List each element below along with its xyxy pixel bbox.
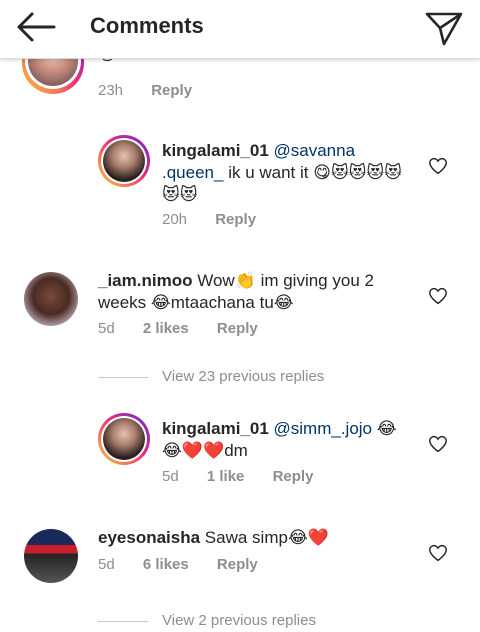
comment-meta: 20h Reply: [162, 211, 280, 228]
comment-time: 20h: [162, 211, 188, 228]
like-count[interactable]: 2 likes: [143, 320, 189, 337]
reply-button[interactable]: Reply: [151, 82, 192, 99]
comment-time: 23h: [98, 82, 124, 99]
paper-plane-icon: [425, 12, 463, 46]
comment-meta: 23h Reply: [98, 82, 216, 99]
reply-button[interactable]: Reply: [215, 211, 256, 228]
comment-meta: 5d 2 likes Reply: [98, 320, 282, 337]
view-replies-label: View 23 previous replies: [162, 368, 325, 385]
divider-line: [98, 620, 148, 622]
comment-text: _iam.nimoo Wow👏 im giving you 2 weeks 😂m…: [98, 270, 398, 314]
comment-text: kingalami_01 @simm_.jojo 😂😂❤️❤️dm: [162, 418, 412, 462]
heart-icon[interactable]: [428, 157, 448, 175]
share-button[interactable]: [422, 6, 466, 50]
comment-text: eyesonaisha Sawa simp😂❤️: [98, 527, 398, 549]
view-previous-replies-button[interactable]: View 23 previous replies: [98, 368, 324, 385]
back-button[interactable]: [14, 8, 58, 48]
like-count[interactable]: 1 like: [207, 468, 245, 485]
page-title: Comments: [90, 13, 204, 38]
comment-time: 5d: [98, 556, 115, 573]
avatar[interactable]: [24, 272, 78, 326]
comment-username[interactable]: kingalami_01: [162, 141, 269, 160]
avatar[interactable]: [98, 135, 150, 187]
back-arrow-icon: [17, 12, 56, 42]
heart-icon[interactable]: [428, 544, 448, 562]
heart-icon[interactable]: [428, 435, 448, 453]
comment-time: 5d: [98, 320, 115, 337]
comment-text: kingalami_01 @savanna .queen_ ik u want …: [162, 140, 412, 206]
comment-meta: 5d 1 like Reply: [162, 468, 337, 485]
reply-button[interactable]: Reply: [217, 320, 258, 337]
top-bar: Comments: [0, 0, 480, 59]
mention-link[interactable]: @simm_.jojo: [274, 419, 373, 438]
avatar[interactable]: [98, 413, 150, 465]
comment-time: 5d: [162, 468, 179, 485]
reply-button[interactable]: Reply: [273, 468, 314, 485]
view-previous-replies-button[interactable]: View 2 previous replies: [98, 612, 316, 629]
comment-username[interactable]: eyesonaisha: [98, 528, 200, 547]
comment-body: Sawa simp😂❤️: [204, 528, 329, 547]
view-replies-label: View 2 previous replies: [162, 612, 316, 629]
comment-meta: 5d 6 likes Reply: [98, 556, 282, 573]
like-count[interactable]: 6 likes: [143, 556, 189, 573]
heart-icon[interactable]: [428, 287, 448, 305]
comment-username[interactable]: _iam.nimoo: [98, 271, 192, 290]
reply-button[interactable]: Reply: [217, 556, 258, 573]
comment-username[interactable]: kingalami_01: [162, 419, 269, 438]
divider-line: [98, 376, 148, 378]
avatar[interactable]: [24, 529, 78, 583]
